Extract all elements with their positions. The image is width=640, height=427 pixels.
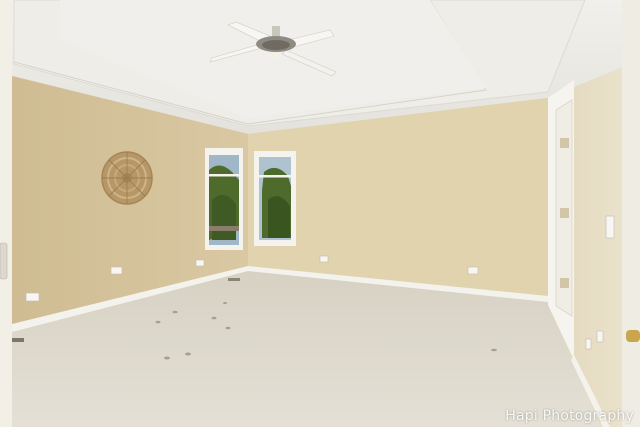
left-door-frame <box>0 0 12 427</box>
light-switch-icon <box>605 215 615 239</box>
window-icon <box>254 151 296 246</box>
floor-vent <box>12 338 24 342</box>
photographer-watermark: Hapi Photography <box>505 408 634 424</box>
left-door-hinge <box>0 242 8 280</box>
floor-vent-center <box>228 278 240 281</box>
right-door-edge <box>622 0 640 427</box>
room-photo: Hapi Photography <box>0 0 640 427</box>
rattan-wall-decor-icon <box>101 151 153 205</box>
right-door-knob <box>626 330 640 342</box>
window-icon <box>205 148 243 250</box>
room-illustration <box>0 0 640 427</box>
